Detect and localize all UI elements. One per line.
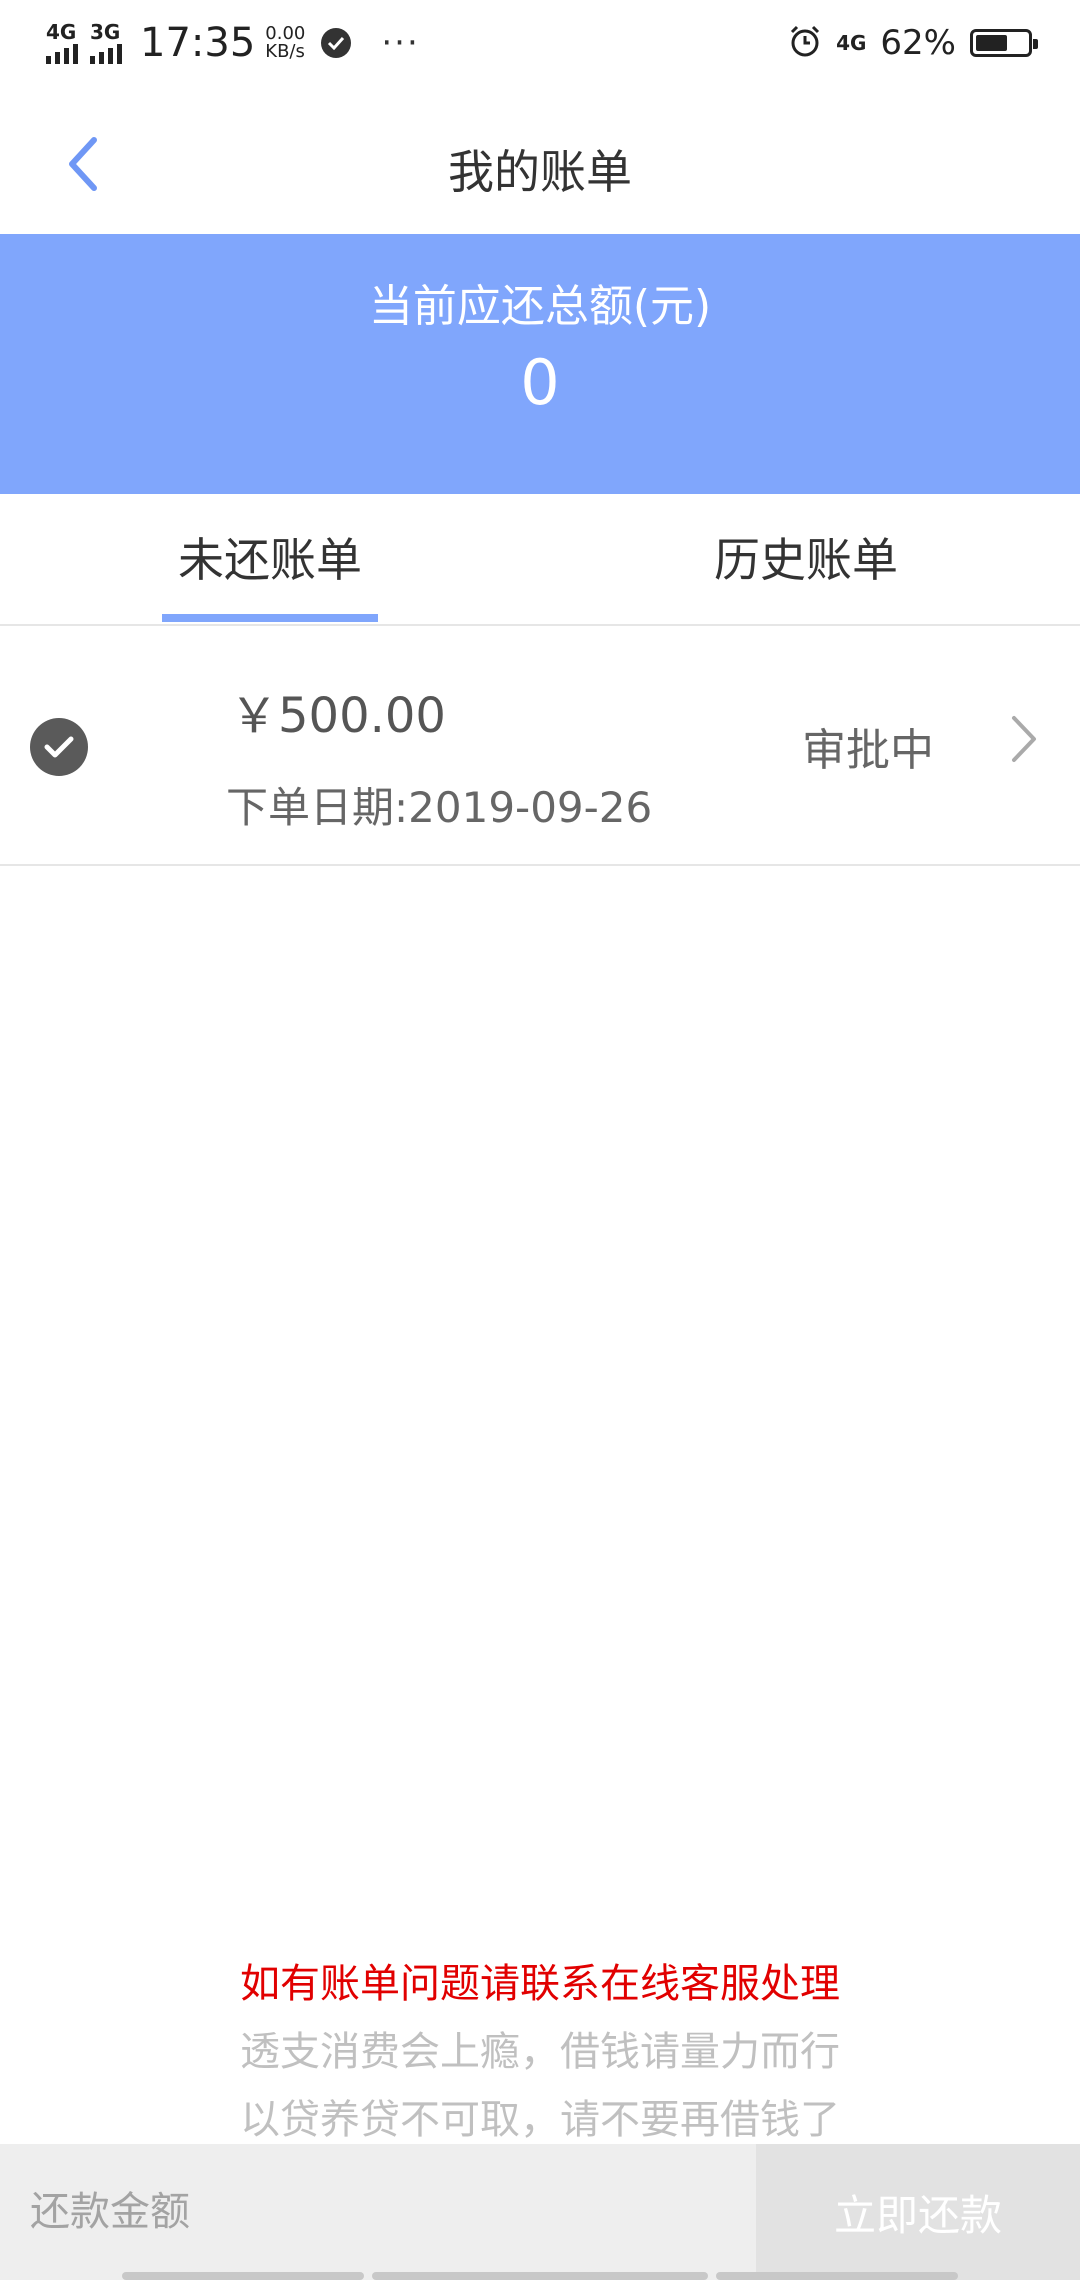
- gesture-bar-left: [122, 2272, 364, 2280]
- gesture-bar-right: [716, 2272, 958, 2280]
- chevron-right-icon: [1010, 714, 1040, 764]
- tab-unpaid-bills[interactable]: 未还账单: [162, 524, 378, 590]
- signal-label: 3G: [90, 20, 121, 44]
- network-4g-icon: 4G: [836, 31, 867, 55]
- notification-check-icon: [321, 28, 352, 58]
- page-title: 我的账单: [448, 145, 632, 199]
- network-speed: 0.00 KB/s: [265, 25, 305, 61]
- gesture-bar-center[interactable]: [372, 2272, 708, 2280]
- more-notifications-icon: ···: [381, 23, 420, 63]
- clock: 17:35: [140, 20, 256, 66]
- battery-percent: 62%: [880, 23, 956, 63]
- repay-now-button[interactable]: 立即还款: [756, 2144, 1080, 2280]
- total-due-header: 当前应还总额(元) 0: [0, 234, 1080, 494]
- total-due-amount: 0: [520, 346, 560, 419]
- nav-bar: 我的账单: [0, 86, 1080, 234]
- signal-3g-icon: 3G: [90, 22, 122, 64]
- bill-status: 审批中: [802, 725, 934, 776]
- signal-label: 4G: [46, 20, 77, 44]
- repay-bar: 立即还款: [0, 2144, 1080, 2280]
- notice: 如有账单问题请联系在线客服处理 透支消费会上瘾，借钱请量力而行 以贷养贷不可取，…: [0, 1950, 1080, 2154]
- check-circle-icon: [30, 718, 88, 776]
- active-tab-indicator: [162, 614, 378, 622]
- speed-unit: KB/s: [265, 41, 305, 62]
- repay-amount-input[interactable]: [0, 2144, 756, 2280]
- total-due-label: 当前应还总额(元): [368, 281, 712, 332]
- bill-tabs: 未还账单 历史账单: [0, 494, 1080, 626]
- battery-icon: [970, 29, 1038, 57]
- status-bar: 4G 3G 17:35 0.00 KB/s ··· 4G 62%: [0, 0, 1080, 86]
- bill-amount: ￥500.00: [230, 688, 446, 744]
- alarm-icon: [788, 24, 822, 62]
- notice-warning-1: 透支消费会上瘾，借钱请量力而行: [240, 2029, 840, 2075]
- tab-history-bills[interactable]: 历史账单: [714, 524, 898, 590]
- bill-list-item[interactable]: ￥500.00 下单日期:2019-09-26 审批中: [0, 626, 1080, 866]
- bill-order-date: 下单日期:2019-09-26: [226, 783, 653, 832]
- notice-contact-support: 如有账单问题请联系在线客服处理: [240, 1961, 840, 2007]
- signal-4g-icon: 4G: [46, 22, 78, 64]
